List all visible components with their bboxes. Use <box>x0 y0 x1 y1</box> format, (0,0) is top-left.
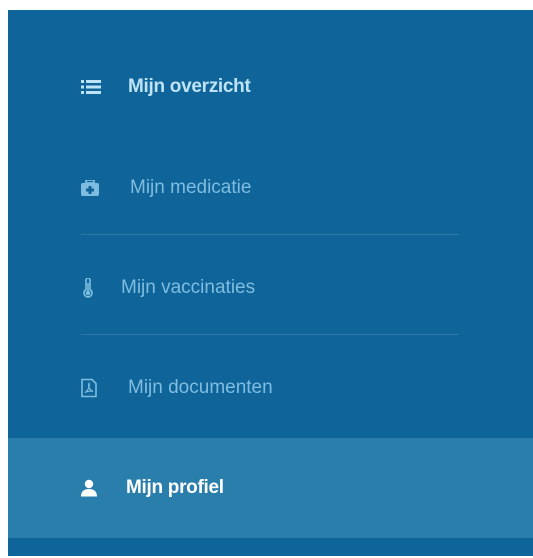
nav-item-overzicht-label: Mijn overzicht <box>128 76 251 97</box>
nav-divider <box>81 234 459 235</box>
nav-item-profiel[interactable]: Mijn profiel <box>8 438 533 538</box>
first-aid-kit-icon <box>81 180 99 196</box>
sidebar-nav: Mijn overzicht Mijn medicatie Mijn vacci… <box>8 10 533 556</box>
thermometer-icon <box>83 278 93 298</box>
user-icon <box>81 479 97 497</box>
pdf-document-icon <box>81 378 97 398</box>
nav-item-medicatie[interactable]: Mijn medicatie <box>8 138 533 238</box>
nav-item-profiel-label: Mijn profiel <box>126 477 224 498</box>
nav-item-overzicht[interactable]: Mijn overzicht <box>8 37 533 137</box>
nav-divider <box>81 334 459 335</box>
list-icon <box>81 79 101 95</box>
nav-item-documenten[interactable]: Mijn documenten <box>8 338 533 438</box>
nav-item-vaccinaties[interactable]: Mijn vaccinaties <box>8 238 533 338</box>
nav-item-vaccinaties-label: Mijn vaccinaties <box>121 277 256 298</box>
nav-item-medicatie-label: Mijn medicatie <box>130 177 252 198</box>
nav-item-documenten-label: Mijn documenten <box>128 377 273 398</box>
